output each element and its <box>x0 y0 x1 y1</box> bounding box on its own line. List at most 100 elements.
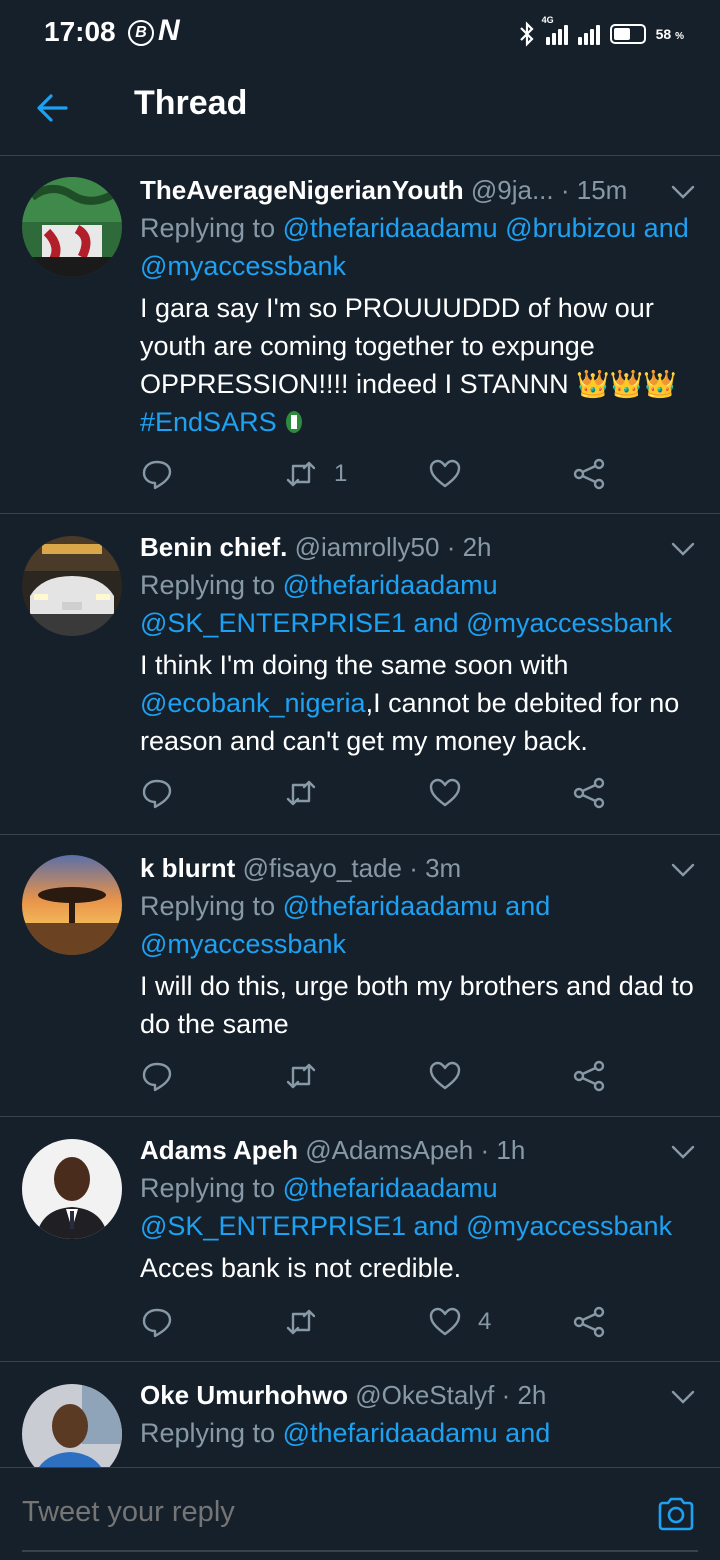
retweet-button[interactable] <box>284 1305 334 1339</box>
mention-link[interactable]: and <box>644 213 689 243</box>
reply-button[interactable] <box>140 776 174 810</box>
tweet[interactable]: Adams Apeh @AdamsApeh · 1h Replying to @… <box>0 1117 720 1362</box>
mention-link[interactable]: and <box>505 891 550 921</box>
app-header: Thread <box>0 68 720 156</box>
avatar[interactable] <box>22 855 122 955</box>
retweet-button[interactable] <box>284 776 334 810</box>
tweet-author-name[interactable]: k blurnt <box>140 853 235 883</box>
network-tag: 4G <box>541 15 554 25</box>
status-indicators: 4G 58 % <box>518 15 684 48</box>
comment-icon <box>142 1308 172 1338</box>
reply-button[interactable] <box>140 1305 174 1339</box>
tweet[interactable]: Oke Umurhohwo @OkeStalyf · 2h Replying t… <box>0 1362 720 1467</box>
tweet[interactable]: k blurnt @fisayo_tade · 3m Replying to @… <box>0 835 720 1117</box>
mention-link[interactable]: @SK_ENTERPRISE1 <box>140 1211 406 1241</box>
tweet-handle[interactable]: @iamrolly50 <box>295 532 440 562</box>
retweet-icon <box>286 780 316 806</box>
tweet-author-name[interactable]: Adams Apeh <box>140 1135 298 1165</box>
mention-link[interactable]: @myaccessbank <box>466 608 672 638</box>
tweet-actions <box>140 1059 610 1099</box>
retweet-icon <box>286 1309 316 1335</box>
replying-to: Replying to @thefaridaadamu @SK_ENTERPRI… <box>140 1173 673 1241</box>
retweet-icon <box>286 1063 316 1089</box>
hashtag-link[interactable]: #EndSARS <box>140 407 277 437</box>
status-bar: 17:08 B N 4G 58 % <box>0 0 720 68</box>
share-button[interactable] <box>572 1305 606 1339</box>
fist-emoji <box>284 407 304 437</box>
tweet-time: · 1h <box>480 1135 526 1165</box>
avatar[interactable] <box>22 536 122 636</box>
mention-link[interactable]: @thefaridaadamu <box>283 570 498 600</box>
comment-icon <box>142 1062 172 1092</box>
avatar[interactable] <box>22 177 122 277</box>
mention-link[interactable]: and <box>414 608 459 638</box>
like-button[interactable] <box>428 1059 478 1093</box>
mention-link[interactable]: @SK_ENTERPRISE1 <box>140 608 406 638</box>
tweet-header: Benin chief. @iamrolly50 · 2h <box>140 528 700 566</box>
tweet-handle[interactable]: @OkeStalyf <box>355 1380 494 1410</box>
tweet-actions: 4 <box>140 1305 610 1345</box>
like-button[interactable]: 4 <box>428 1305 491 1339</box>
retweet-count: 1 <box>334 460 348 487</box>
chevron-down-icon[interactable] <box>670 857 696 883</box>
tweet[interactable]: Benin chief. @iamrolly50 · 2h Replying t… <box>0 514 720 835</box>
tweet-text: I gara say I'm so PROUUUDDD of how our y… <box>140 293 678 437</box>
retweet-icon <box>286 461 316 487</box>
comment-icon <box>142 779 172 809</box>
mention-link[interactable]: @myaccessbank <box>140 251 346 281</box>
avatar[interactable] <box>22 1139 122 1239</box>
reply-button[interactable] <box>140 1059 174 1093</box>
tweet-time: · 2h <box>501 1380 547 1410</box>
mention-link[interactable]: @myaccessbank <box>140 929 346 959</box>
tweet-handle[interactable]: @fisayo_tade <box>243 853 402 883</box>
tweet-text: I think I'm doing the same soon with @ec… <box>140 650 680 756</box>
retweet-button[interactable]: 1 <box>284 457 347 491</box>
like-count: 4 <box>478 1308 492 1335</box>
tweet-handle[interactable]: @AdamsApeh <box>305 1135 473 1165</box>
like-button[interactable] <box>428 457 478 491</box>
chevron-down-icon[interactable] <box>670 1139 696 1165</box>
mention-link[interactable]: and <box>505 1418 550 1448</box>
status-b-icon: B <box>128 20 154 46</box>
mention-link[interactable]: @ecobank_nigeria <box>140 688 366 718</box>
tweet-author-name[interactable]: TheAverageNigerianYouth <box>140 175 464 205</box>
mention-link[interactable]: @thefaridaadamu <box>283 213 498 243</box>
chevron-down-icon[interactable] <box>670 1384 696 1410</box>
tweet-time: · 2h <box>446 532 492 562</box>
like-button[interactable] <box>428 776 478 810</box>
tweet-header: Oke Umurhohwo @OkeStalyf · 2h <box>140 1376 700 1414</box>
arrow-left-icon[interactable] <box>34 90 70 126</box>
tweet-author-name[interactable]: Oke Umurhohwo <box>140 1380 348 1410</box>
heart-icon <box>429 1307 461 1336</box>
avatar[interactable] <box>22 1384 122 1467</box>
tweet-header: Adams Apeh @AdamsApeh · 1h <box>140 1131 700 1169</box>
share-button[interactable] <box>572 776 606 810</box>
mention-link[interactable]: @brubizou <box>505 213 636 243</box>
tweet-handle[interactable]: @9ja... <box>471 175 554 205</box>
chevron-down-icon[interactable] <box>670 536 696 562</box>
mention-link[interactable]: and <box>414 1211 459 1241</box>
share-button[interactable] <box>572 1059 606 1093</box>
reply-button[interactable] <box>140 457 174 491</box>
heart-icon <box>429 1061 461 1090</box>
battery-icon <box>609 24 646 44</box>
retweet-button[interactable] <box>284 1059 334 1093</box>
replying-to: Replying to @thefaridaadamu @SK_ENTERPRI… <box>140 570 673 638</box>
heart-icon <box>429 778 461 807</box>
signal-icon: 4G <box>542 15 568 45</box>
tweet[interactable]: TheAverageNigerianYouth @9ja... · 15m Re… <box>0 157 720 514</box>
mention-link[interactable]: @myaccessbank <box>466 1211 672 1241</box>
tweet-header: TheAverageNigerianYouth @9ja... · 15m <box>140 171 700 209</box>
bluetooth-icon <box>519 21 534 47</box>
mention-link[interactable]: @thefaridaadamu <box>283 1173 498 1203</box>
thread-list[interactable]: TheAverageNigerianYouth @9ja... · 15m Re… <box>0 157 720 1467</box>
camera-icon[interactable] <box>656 1494 696 1534</box>
replying-to: Replying to @thefaridaadamu @brubizou an… <box>140 213 689 281</box>
mention-link[interactable]: @thefaridaadamu <box>283 891 498 921</box>
share-button[interactable] <box>572 457 606 491</box>
reply-input[interactable] <box>22 1496 582 1529</box>
share-icon <box>573 1060 605 1092</box>
tweet-author-name[interactable]: Benin chief. <box>140 532 287 562</box>
mention-link[interactable]: @thefaridaadamu <box>283 1418 498 1448</box>
chevron-down-icon[interactable] <box>670 179 696 205</box>
